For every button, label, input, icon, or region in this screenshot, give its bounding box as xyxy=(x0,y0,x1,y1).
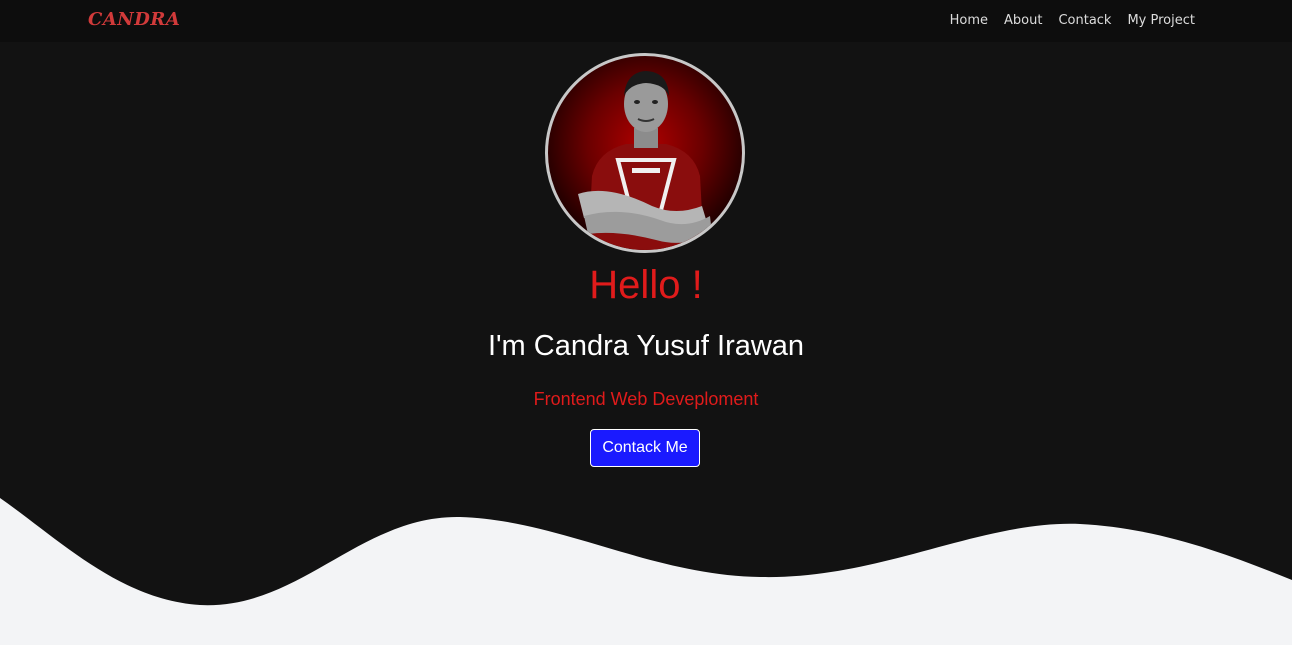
name-heading: I'm Candra Yusuf Irawan xyxy=(487,330,805,362)
role-subtitle: Frontend Web Deveploment xyxy=(533,389,759,409)
contact-me-button[interactable]: Contack Me xyxy=(590,429,700,467)
nav-link-home[interactable]: Home xyxy=(950,13,988,28)
page: CANDRA Home About Contack My Project Hel… xyxy=(0,0,1292,645)
brand-logo[interactable]: CANDRA xyxy=(88,9,180,30)
greeting-heading: Hello ! xyxy=(589,263,703,307)
avatar xyxy=(545,53,745,253)
nav-link-contack[interactable]: Contack xyxy=(1058,13,1111,28)
nav-link-about[interactable]: About xyxy=(1004,13,1042,28)
wave-divider xyxy=(0,498,1292,645)
profile-photo xyxy=(578,71,712,250)
nav-link-my-project[interactable]: My Project xyxy=(1127,13,1195,28)
nav-links: Home About Contack My Project xyxy=(950,13,1195,28)
navbar: CANDRA Home About Contack My Project xyxy=(0,0,1292,42)
